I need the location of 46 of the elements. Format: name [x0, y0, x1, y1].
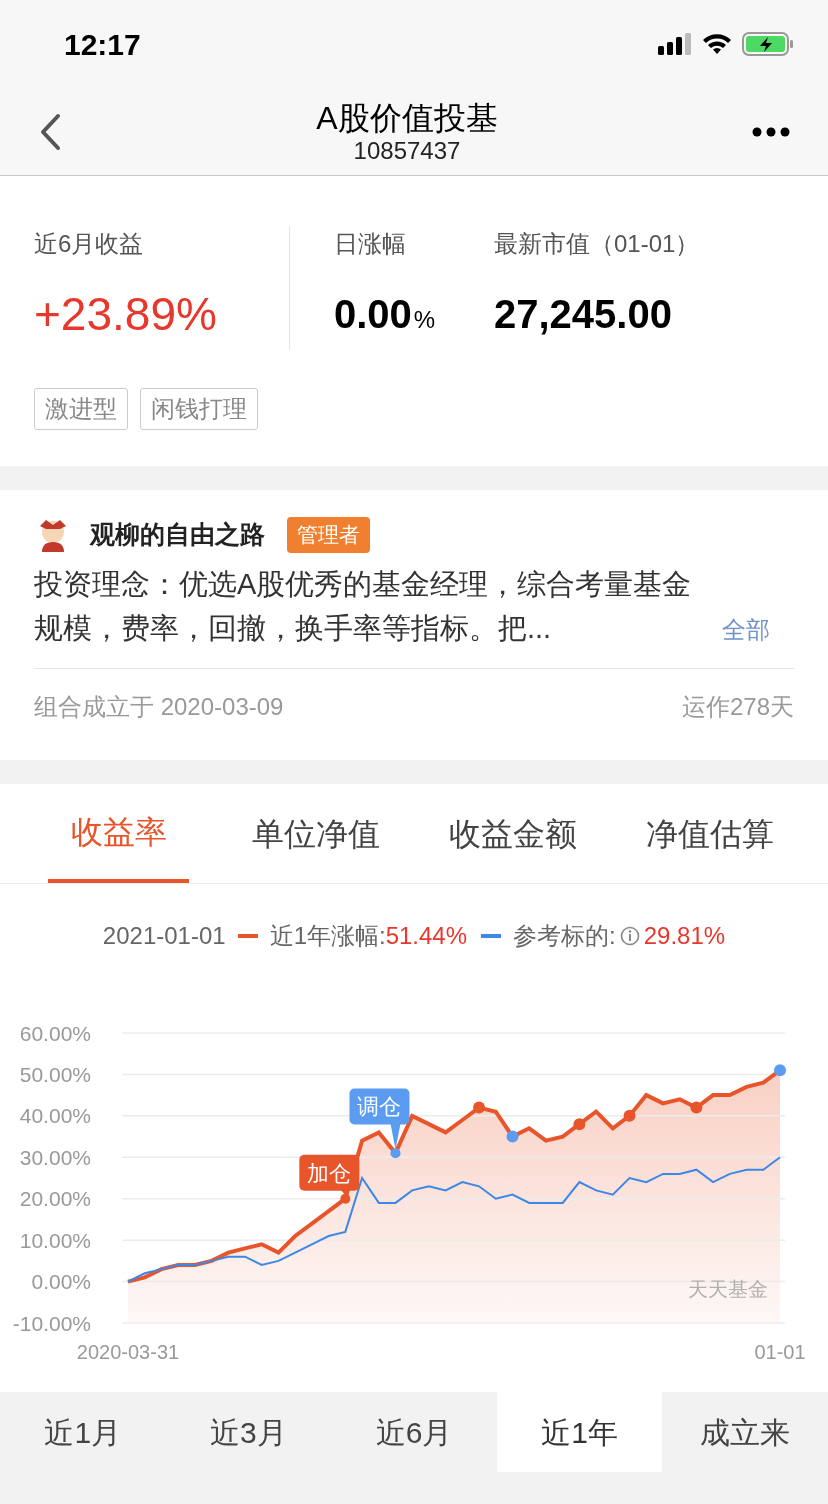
- fund-tag: 闲钱打理: [140, 388, 258, 430]
- legend-label: 近1年涨幅:: [269, 921, 386, 951]
- annotation: 调仓: [357, 1094, 402, 1120]
- investment-philosophy: 投资理念：优选A股优秀的基金经理，综合考量基金规模，费率，回撤，换手率等指标。把...: [34, 566, 693, 646]
- period-tab[interactable]: 近6月: [331, 1392, 497, 1472]
- chart-tab[interactable]: 收益金额: [442, 784, 583, 883]
- metric-value: +23.89%: [34, 287, 217, 342]
- period-tab[interactable]: 近1月: [0, 1392, 166, 1472]
- y-axis-label: 60.00%: [19, 1021, 91, 1045]
- manager-name[interactable]: 观柳的自由之路: [90, 516, 265, 554]
- y-axis-label: 30.00%: [19, 1145, 91, 1169]
- period-tab[interactable]: 近1年: [496, 1392, 663, 1472]
- annotation-flag: 调仓: [349, 1088, 410, 1159]
- x-axis-label: 2020-03-31: [76, 1341, 180, 1363]
- chart-tab[interactable]: 收益率: [48, 784, 189, 883]
- y-axis-label: 20.00%: [19, 1187, 91, 1211]
- legend-value: 29.81%: [643, 921, 726, 951]
- annotation-flag: 加仓: [299, 1154, 360, 1204]
- period-tab[interactable]: 近3月: [165, 1392, 332, 1472]
- legend-value: 51.44%: [385, 921, 468, 951]
- founded-date: 组合成立于 2020-03-09: [34, 691, 284, 722]
- legend-date: 2021-01-01: [102, 921, 226, 951]
- percent-unit: %: [413, 305, 436, 335]
- metric-value: 0.00: [334, 291, 412, 338]
- manager-badge: 管理者: [287, 517, 370, 553]
- metric-label: 日涨幅: [334, 229, 407, 259]
- y-axis-label: 10.00%: [19, 1228, 91, 1252]
- y-axis-label: 40.00%: [19, 1104, 91, 1128]
- fund-tag: 激进型: [34, 388, 128, 430]
- metric-label: 近6月收益: [34, 229, 145, 259]
- y-axis-label: 0.00%: [31, 1270, 91, 1294]
- status-time: 12:17: [64, 26, 141, 63]
- metric-label: 最新市值（01-01）: [494, 229, 700, 259]
- x-axis-label: 01-01: [754, 1341, 806, 1363]
- y-axis-label: 50.00%: [19, 1062, 91, 1086]
- running-days: 运作278天: [681, 688, 794, 725]
- annotation: 加仓: [307, 1160, 352, 1186]
- metric-value: 27,245.00: [494, 291, 672, 338]
- chart-tab[interactable]: 单位净值: [245, 784, 386, 883]
- y-axis-label: -10.00%: [12, 1311, 91, 1335]
- period-tab[interactable]: 成立来: [662, 1392, 828, 1472]
- chart-watermark: 天天基金: [688, 1277, 768, 1300]
- chart-tab[interactable]: 净值估算: [639, 784, 780, 883]
- page-title: A股价值投基: [316, 98, 498, 137]
- fund-code: 10857437: [353, 136, 461, 165]
- legend-label: 参考标的:: [513, 921, 616, 951]
